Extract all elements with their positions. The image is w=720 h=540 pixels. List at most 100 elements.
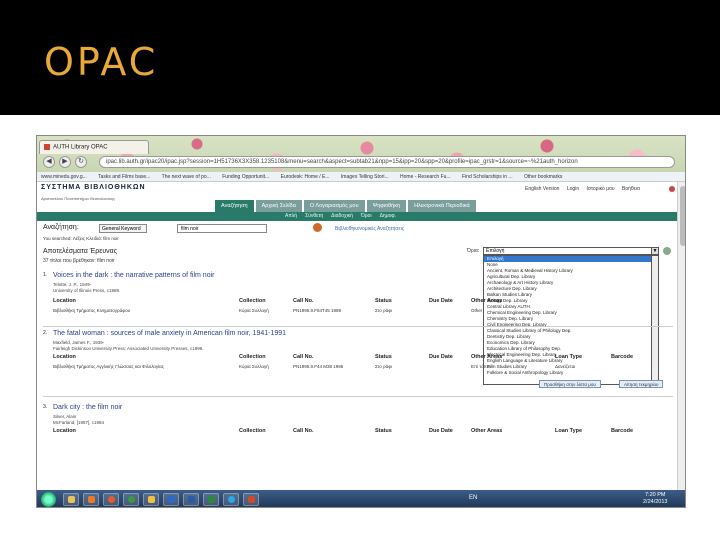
- column-header: Barcode: [611, 428, 634, 434]
- back-icon[interactable]: ◀: [43, 156, 55, 168]
- menu-tab-account[interactable]: Ο Λογαριασμός μου: [303, 200, 365, 212]
- record-publisher: McFarland, [1987], c1984: [53, 420, 105, 425]
- column-header: Call No.: [293, 298, 314, 304]
- opac-page: ΣΥΣΤΗΜΑ ΒΙΒΛΙΟΘΗΚΩΝ Αριστοτέλειο Πανεπισ…: [37, 182, 677, 490]
- column-header: Call No.: [293, 354, 314, 360]
- firefox-icon[interactable]: [103, 493, 119, 506]
- results-count: 37 τίτλοι που βρέθηκαν: film noir: [43, 258, 115, 264]
- column-header: Due Date: [429, 428, 453, 434]
- column-header: Status: [375, 354, 392, 360]
- page-scrollbar[interactable]: [677, 182, 685, 490]
- record-title[interactable]: Voices in the dark : the narrative patte…: [53, 272, 214, 279]
- subnav-terms[interactable]: Όροι: [361, 213, 372, 219]
- bookmark-item[interactable]: Tasks and Films base...: [98, 174, 150, 180]
- column-header: Call No.: [293, 428, 314, 434]
- column-header: Other Areas: [471, 298, 503, 304]
- column-header: Status: [375, 298, 392, 304]
- forward-icon[interactable]: ▶: [59, 156, 71, 168]
- record-title[interactable]: The fatal woman : sources of male anxiet…: [53, 330, 286, 337]
- bookmark-item[interactable]: Find Scholarships in ...: [462, 174, 513, 180]
- record-number: 1.: [43, 272, 48, 278]
- reload-icon[interactable]: ↻: [75, 156, 87, 168]
- result-record: 1. Voices in the dark : the narrative pa…: [43, 272, 673, 332]
- top-link-history[interactable]: Ιστορικό μου: [586, 186, 614, 192]
- library-logo-subtitle: Αριστοτέλειο Πανεπιστήμιο Θεσσαλονίκης: [41, 196, 116, 201]
- folder-icon[interactable]: [143, 493, 159, 506]
- bookmark-item[interactable]: Home - Research Fu...: [400, 174, 451, 180]
- menu-tab-ejournals[interactable]: Ηλεκτρονικά Περιοδικά: [408, 200, 476, 212]
- bookmark-item[interactable]: Eurodesk: Home / E...: [281, 174, 330, 180]
- clock-time: 7:20 PM: [644, 492, 666, 498]
- library-filter-select[interactable]: Επιλογή: [483, 247, 659, 255]
- outlook-icon[interactable]: [163, 493, 179, 506]
- subnav-simple[interactable]: Απλή: [285, 213, 297, 219]
- slide-title-bar: OPAC: [0, 0, 720, 115]
- chrome-icon[interactable]: [123, 493, 139, 506]
- holding-loan-type: Δανείζεται: [555, 364, 576, 369]
- tab-title: AUTH Library OPAC: [53, 144, 108, 151]
- request-item-button[interactable]: Αίτηση τεκμηρίου: [619, 380, 664, 388]
- column-header: Collection: [239, 354, 266, 360]
- result-record: 2. The fatal woman : sources of male anx…: [43, 330, 673, 410]
- bookmark-item[interactable]: Other bookmarks: [524, 174, 562, 180]
- holding-other-areas: Επί τόπου: [471, 364, 492, 369]
- bookmark-item[interactable]: The next wave of po...: [162, 174, 211, 180]
- column-header: Barcode: [611, 354, 634, 360]
- subnav-popular[interactable]: Δημοφ.: [380, 213, 396, 219]
- results-title: Αποτελέσματα Έρευνας: [43, 248, 118, 255]
- subnav-sequential[interactable]: Διαδοχική: [331, 213, 353, 219]
- top-link-help[interactable]: Βοήθεια: [622, 186, 640, 192]
- language-indicator[interactable]: EN: [469, 495, 477, 501]
- bookmark-item[interactable]: www.minedu.gov.g...: [41, 174, 87, 180]
- windows-taskbar: EN 7:20 PM 2/24/2013: [37, 490, 685, 507]
- holding-status: Στο ράφι: [375, 308, 393, 313]
- record-author[interactable]: Silver, Alain: [53, 414, 76, 419]
- subnav-advanced[interactable]: Σύνθετη: [305, 213, 323, 219]
- top-link-login[interactable]: Login: [567, 186, 579, 192]
- word-icon[interactable]: [183, 493, 199, 506]
- explorer-icon[interactable]: [63, 493, 79, 506]
- scrollbar-thumb[interactable]: [680, 186, 685, 246]
- search-input[interactable]: film noir: [177, 224, 267, 233]
- help-icon[interactable]: [669, 186, 675, 192]
- record-publisher: Fairleigh Dickinson University Press; As…: [53, 346, 204, 351]
- holding-collection: Κύρια Συλλογή: [239, 308, 269, 313]
- start-button-icon[interactable]: [41, 492, 56, 507]
- bookmark-item[interactable]: Funding Opportunit...: [222, 174, 269, 180]
- powerpoint-icon[interactable]: [243, 493, 259, 506]
- record-number: 2.: [43, 330, 48, 336]
- record-number: 3.: [43, 404, 48, 410]
- top-link-english[interactable]: English Version: [525, 186, 559, 192]
- column-header: Collection: [239, 428, 266, 434]
- column-header: Due Date: [429, 298, 453, 304]
- menu-tab-digital-library[interactable]: Ψηφιοθήκη: [366, 200, 407, 212]
- skype-icon[interactable]: [223, 493, 239, 506]
- result-record: 3. Dark city : the film noir Silver, Ala…: [43, 404, 673, 488]
- advanced-search-link[interactable]: Βιβλιοθηκονομικές Αναζητήσεις: [335, 226, 404, 232]
- media-player-icon[interactable]: [83, 493, 99, 506]
- address-bar[interactable]: ipac.lib.auth.gr/ipac20/ipac.jsp?session…: [99, 156, 675, 168]
- column-header: Collection: [239, 298, 266, 304]
- sub-navigation: Απλή Σύνθετη Διαδοχική Όροι Δημοφ.: [37, 212, 677, 221]
- system-clock[interactable]: 7:20 PM 2/24/2013: [643, 492, 667, 506]
- column-header: Location: [53, 354, 76, 360]
- search-type-select[interactable]: General Keyword: [99, 224, 147, 233]
- holding-call-number: PN1995.9.F54T45 1989: [293, 308, 342, 313]
- menu-tab-home[interactable]: Αρχική Σελίδα: [255, 200, 302, 212]
- chevron-down-icon[interactable]: ▼: [651, 247, 659, 255]
- record-author[interactable]: Maxfield, James F., 1939-: [53, 340, 104, 345]
- browser-screenshot: AUTH Library OPAC ◀ ▶ ↻ ipac.lib.auth.gr…: [36, 135, 686, 508]
- excel-icon[interactable]: [203, 493, 219, 506]
- column-header: Loan Type: [555, 428, 583, 434]
- filter-go-icon[interactable]: [663, 247, 671, 255]
- add-to-list-button[interactable]: Προσθήκη στην λίστα μου: [539, 380, 601, 388]
- search-label: Αναζήτηση:: [43, 224, 79, 231]
- record-title[interactable]: Dark city : the film noir: [53, 404, 122, 411]
- browser-tab[interactable]: AUTH Library OPAC: [39, 140, 149, 154]
- record-author[interactable]: Telotte, J. P., 1949-: [53, 282, 91, 287]
- column-header: Location: [53, 298, 76, 304]
- bookmark-item[interactable]: Images Telling Stori...: [341, 174, 389, 180]
- search-go-icon[interactable]: [313, 223, 322, 232]
- menu-tab-search[interactable]: Αναζήτηση: [215, 200, 254, 212]
- library-logo[interactable]: ΣΥΣΤΗΜΑ ΒΙΒΛΙΟΘΗΚΩΝ: [41, 184, 146, 191]
